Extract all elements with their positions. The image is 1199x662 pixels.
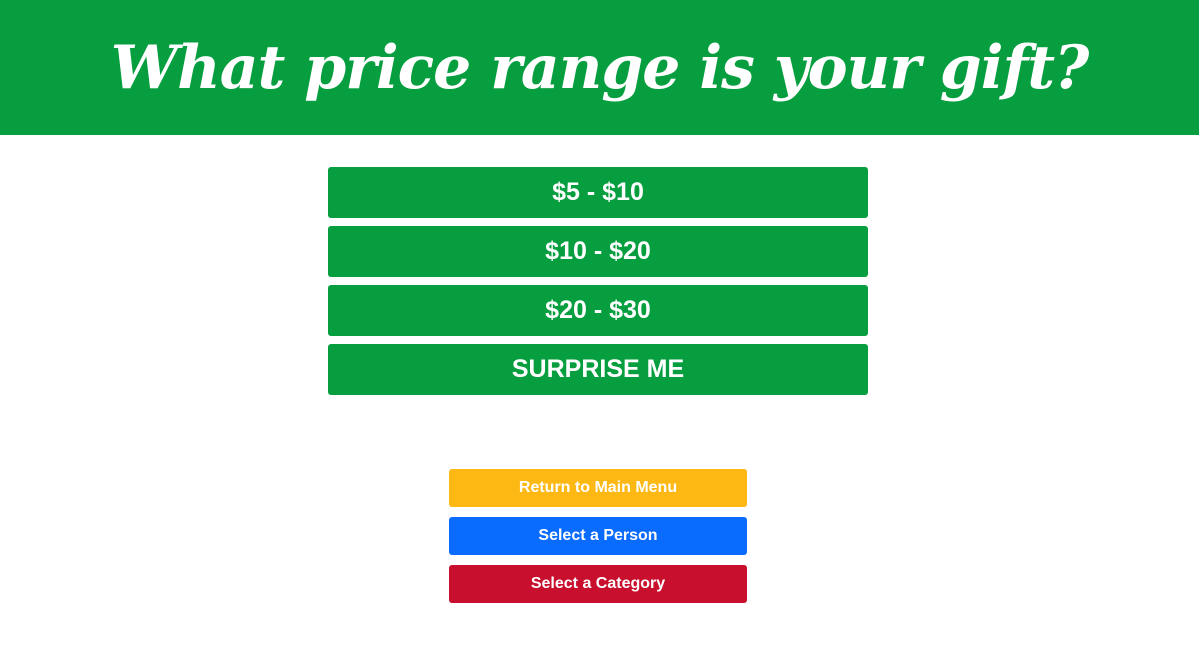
return-to-main-menu-button[interactable]: Return to Main Menu (449, 469, 747, 507)
header-banner: What price range is your gift? (0, 0, 1199, 135)
select-person-button[interactable]: Select a Person (449, 517, 747, 555)
surprise-me-button[interactable]: SURPRISE ME (328, 344, 868, 395)
price-option-20-30-button[interactable]: $20 - $30 (328, 285, 868, 336)
price-option-10-20-button[interactable]: $10 - $20 (328, 226, 868, 277)
price-option-5-10-button[interactable]: $5 - $10 (328, 167, 868, 218)
select-category-button[interactable]: Select a Category (449, 565, 747, 603)
page-title: What price range is your gift? (110, 32, 1089, 103)
